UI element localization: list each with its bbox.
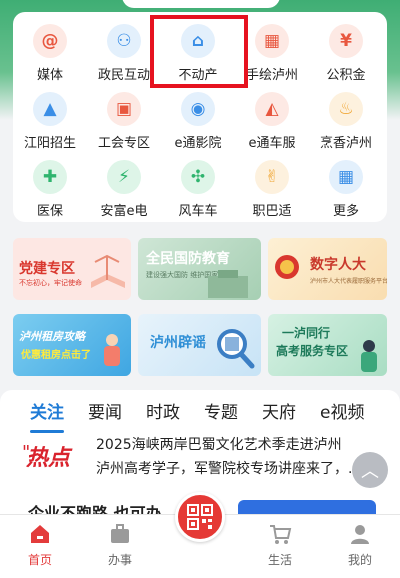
service-label: e通影院	[174, 136, 222, 151]
service-anfu-e-power[interactable]: ⚡ 安富e电	[87, 160, 161, 220]
banner-title: 一泸同行	[282, 326, 331, 340]
service-label: 江阳招生	[23, 136, 76, 151]
qr-code-icon	[187, 504, 213, 530]
tabbar-label: 办事	[107, 553, 132, 567]
tabbar-label: 我的	[347, 553, 372, 567]
banner-title: 数字人大	[310, 257, 366, 273]
fund-icon: ¥	[329, 24, 363, 58]
chevron-up-icon: ︿	[361, 461, 379, 482]
service-label: 烹香泸州	[319, 136, 372, 151]
banner-subtitle: 不忘初心，牢记使命	[19, 279, 82, 287]
active-tab-indicator	[30, 430, 64, 433]
banner-party-building[interactable]: 党建专区 不忘初心，牢记使命	[13, 238, 131, 300]
banner-title: 党建专区	[19, 261, 75, 277]
highlight-box	[150, 15, 248, 88]
magnifier-icon	[217, 329, 255, 369]
building-icon	[208, 270, 248, 298]
car-icon: ◭	[255, 92, 289, 126]
banner-subtitle: 高考服务专区	[276, 344, 349, 358]
banner-title: 泸州辟谣	[150, 335, 206, 351]
headline-item[interactable]: 2025海峡两岸巴蜀文化艺术季走进泸州	[96, 434, 342, 454]
banner-college-exam[interactable]: 一泸同行 高考服务专区	[268, 314, 387, 376]
tabbar-label: 生活	[267, 553, 292, 567]
medical-icon: ✚	[33, 160, 67, 194]
person-illustration-icon	[104, 334, 120, 366]
people-icon: ⚇	[107, 24, 141, 58]
banner-rental-guide[interactable]: 泸州租房攻略 优惠租房点击了	[13, 314, 131, 376]
hot-topics-logo: 热点 "	[22, 436, 78, 476]
tab-special-topics[interactable]: 专题	[204, 398, 238, 423]
service-union-zone[interactable]: ▣ 工会专区	[87, 92, 161, 152]
camera-icon: ◉	[181, 92, 215, 126]
tab-important-news[interactable]: 要闻	[88, 398, 122, 423]
service-medical-insurance[interactable]: ✚ 医保	[13, 160, 87, 220]
tab-politics[interactable]: 时政	[146, 398, 180, 423]
service-label: 安富e电	[100, 204, 148, 219]
service-label: 医保	[36, 204, 63, 219]
service-windmill[interactable]: ✣ 风车车	[161, 160, 235, 220]
headline-item[interactable]: 泸州高考学子，军警院校专场讲座来了，...	[96, 458, 361, 478]
service-e-car-service[interactable]: ◭ e通车服	[235, 92, 309, 152]
cart-icon	[250, 521, 310, 547]
banner-digital-npc[interactable]: 数字人大 泸州市人大代表履职服务平台	[268, 238, 387, 300]
food-icon: ♨	[329, 92, 363, 126]
service-cooking-luzhou[interactable]: ♨ 烹香泸州	[309, 92, 383, 152]
thumbs-up-icon: ✌	[255, 160, 289, 194]
service-label: 公积金	[326, 68, 366, 83]
banner-rumor-refutation[interactable]: 泸州辟谣	[138, 314, 261, 376]
service-label: 风车车	[178, 204, 218, 219]
banner-subtitle: 泸州市人大代表履职服务平台	[310, 278, 387, 285]
service-e-cinema[interactable]: ◉ e通影院	[161, 92, 235, 152]
quote-icon: "	[22, 442, 31, 463]
tab-follow[interactable]: 关注	[30, 398, 64, 423]
service-media[interactable]: @ 媒体	[13, 24, 87, 84]
gift-icon: ▣	[107, 92, 141, 126]
service-job-comfort[interactable]: ✌ 职巴适	[235, 160, 309, 220]
service-label: 媒体	[36, 68, 63, 83]
banner-national-defense[interactable]: 全民国防教育 建设强大国防 维护国家安全	[138, 238, 261, 300]
service-housing-fund[interactable]: ¥ 公积金	[309, 24, 383, 84]
banner-title: 全民国防教育	[146, 251, 230, 267]
tab-e-video[interactable]: e视频	[320, 398, 364, 423]
tabbar-mine[interactable]: 我的	[330, 521, 390, 568]
scroll-up-button[interactable]: ︿	[352, 452, 388, 488]
tabbar-label: 首页	[27, 553, 52, 567]
graduation-cap-icon: ▲	[33, 92, 67, 126]
grid-icon: ▦	[329, 160, 363, 194]
book-icon	[91, 254, 125, 288]
at-icon: @	[33, 24, 67, 58]
lightning-icon: ⚡	[107, 160, 141, 194]
user-icon	[330, 521, 390, 547]
pinwheel-icon: ✣	[181, 160, 215, 194]
hot-logo-text: 热点	[26, 446, 71, 471]
qr-scan-button[interactable]	[175, 492, 225, 542]
service-label: 更多	[332, 204, 359, 219]
banner-subtitle: 优惠租房点击了	[21, 350, 91, 361]
service-label: e通车服	[248, 136, 296, 151]
top-search-pill[interactable]	[122, 0, 280, 8]
tabbar-life[interactable]: 生活	[250, 521, 310, 568]
service-jiangyang-enrollment[interactable]: ▲ 江阳招生	[13, 92, 87, 152]
banner-title: 泸州租房攻略	[19, 330, 85, 343]
service-more[interactable]: ▦ 更多	[309, 160, 383, 220]
tabbar-home[interactable]: 首页	[10, 521, 70, 568]
home-icon	[10, 521, 70, 547]
briefcase-icon	[90, 521, 150, 547]
service-label: 工会专区	[97, 136, 150, 151]
service-label: 职巴适	[252, 204, 292, 219]
tab-tianfu[interactable]: 天府	[262, 398, 296, 423]
map-icon: ▦	[255, 24, 289, 58]
student-illustration-icon	[361, 340, 377, 372]
tabbar-services[interactable]: 办事	[90, 521, 150, 568]
emblem-icon	[275, 255, 299, 279]
